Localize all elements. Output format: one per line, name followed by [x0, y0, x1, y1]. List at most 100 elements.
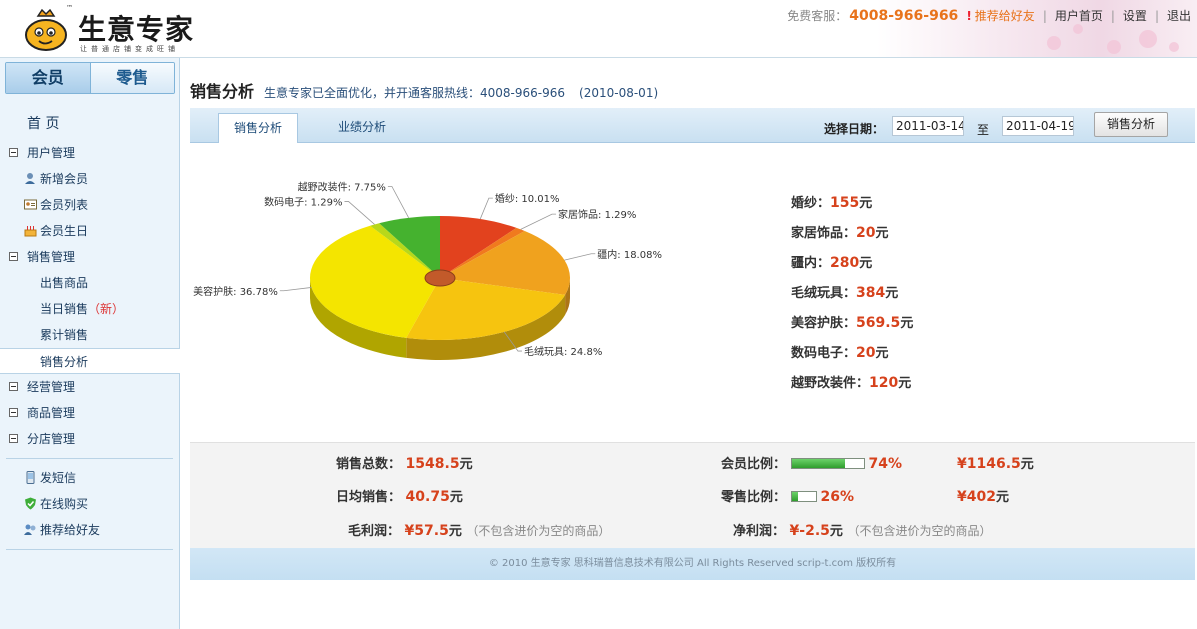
- category-value: 569.5: [856, 315, 901, 331]
- sidebar-group-operation[interactable]: 经营管理: [0, 374, 179, 400]
- separator: |: [1110, 8, 1115, 23]
- gross-profit: 毛利润： ¥57.5元 （不包含进价为空的商品）: [348, 521, 610, 541]
- sidebar-item-label: 推荐给好友: [40, 523, 101, 537]
- top-header: ™ 生意专家 让普通店铺变成旺铺 免费客服： 4008-966-966 ! 推荐…: [0, 0, 1197, 58]
- pie-label-leader: [279, 287, 312, 292]
- sidebar-group-goods[interactable]: 商品管理: [0, 400, 179, 426]
- gross-profit-label: 毛利润：: [348, 524, 401, 539]
- sidebar-item-recommend[interactable]: 推荐给好友: [0, 517, 179, 543]
- sidebar: 会员 零售 首 页 用户管理 新增会员 会员列表 会员生日 销售管理 出售商品 …: [0, 58, 180, 629]
- sales-summary: 销售总数： 1548.5元 日均销售： 40.75元 毛利润： ¥57.5元 （…: [190, 442, 1195, 548]
- collapse-toggle-icon[interactable]: [9, 252, 18, 261]
- sidebar-group-label: 商品管理: [27, 406, 76, 420]
- sidebar-group-branch[interactable]: 分店管理: [0, 426, 179, 452]
- recommend-friend-link[interactable]: 推荐给好友: [975, 7, 1035, 24]
- tab-retail[interactable]: 零售: [89, 63, 174, 93]
- sidebar-group-label: 用户管理: [27, 146, 76, 160]
- notice-date: (2010-08-01): [579, 86, 659, 100]
- tab-sales-analysis[interactable]: 销售分析: [218, 113, 298, 143]
- member-ratio-label: 会员比例：: [721, 457, 787, 472]
- sidebar-divider: [6, 549, 173, 550]
- logout-link[interactable]: 退出: [1167, 7, 1191, 24]
- analysis-tabbar: 销售分析 业绩分析 选择日期： 至 销售分析: [190, 108, 1195, 143]
- category-value: 120: [869, 375, 899, 391]
- unit-label: 元: [875, 346, 889, 361]
- tab-performance-analysis[interactable]: 业绩分析: [322, 113, 402, 143]
- tab-member[interactable]: 会员: [6, 63, 90, 93]
- settings-link[interactable]: 设置: [1123, 7, 1147, 24]
- retail-ratio: 零售比例： 26%: [721, 487, 854, 507]
- category-sales-row: 美容护肤：569.5元: [791, 308, 1091, 338]
- category-sales-row: 疆内：280元: [791, 248, 1091, 278]
- top-links: 免费客服： 4008-966-966 ! 推荐给好友 | 用户首页 | 设置 |…: [787, 7, 1191, 24]
- collapse-toggle-icon[interactable]: [9, 408, 18, 417]
- sales-analysis-button[interactable]: 销售分析: [1094, 112, 1168, 137]
- category-label: 数码电子：: [791, 346, 857, 361]
- sidebar-divider: [6, 458, 173, 459]
- share-users-icon: [24, 524, 36, 535]
- logo[interactable]: ™ 生意专家 让普通店铺变成旺铺: [20, 4, 200, 54]
- pie-label-leader: [520, 213, 557, 230]
- logo-name: 生意专家: [78, 13, 195, 46]
- total-sales-value: 1548.5: [405, 456, 460, 472]
- sidebar-item-send-sms[interactable]: 发短信: [0, 465, 179, 491]
- category-label: 美容护肤：: [791, 316, 857, 331]
- sidebar-item-today-sales[interactable]: 当日销售（新）: [0, 296, 179, 322]
- category-label: 家居饰品：: [791, 226, 857, 241]
- service-label: 免费客服：: [787, 9, 848, 23]
- pie-slice-label: 美容护肤: 36.78%: [193, 285, 278, 298]
- sidebar-item-buy-online[interactable]: 在线购买: [0, 491, 179, 517]
- category-value: 155: [830, 195, 860, 211]
- pie-label-leader: [564, 253, 596, 261]
- net-profit-note: （不包含进价为空的商品）: [847, 524, 992, 538]
- trademark-mark: ™: [66, 4, 73, 12]
- sidebar-item-member-list[interactable]: 会员列表: [0, 192, 179, 218]
- sidebar-item-sales-analysis[interactable]: 销售分析: [0, 348, 180, 374]
- member-ratio-fill: [791, 459, 845, 468]
- sidebar-group-label: 经营管理: [27, 380, 76, 394]
- separator: |: [1042, 8, 1047, 23]
- retail-ratio-percent: 26%: [820, 489, 855, 505]
- category-label: 婚纱：: [791, 196, 831, 211]
- net-profit-label: 净利润：: [733, 524, 786, 539]
- sidebar-item-label: 发短信: [40, 471, 77, 485]
- daily-avg-label: 日均销售：: [336, 490, 402, 505]
- service-notice: 生意专家已全面优化，并开通客服热线：4008-966-966: [264, 86, 566, 100]
- unit-label: 元: [1020, 457, 1034, 472]
- user-home-link[interactable]: 用户首页: [1055, 7, 1103, 24]
- sidebar-item-add-member[interactable]: 新增会员: [0, 166, 179, 192]
- sidebar-item-cumulative-sales[interactable]: 累计销售: [0, 322, 179, 348]
- collapse-toggle-icon[interactable]: [9, 148, 18, 157]
- date-to-input[interactable]: [1002, 116, 1074, 136]
- category-sales-row: 家居饰品：20元: [791, 218, 1091, 248]
- unit-label: 元: [900, 316, 914, 331]
- member-ratio-percent: 74%: [868, 456, 903, 472]
- sidebar-group-user[interactable]: 用户管理: [0, 140, 179, 166]
- date-to-label: 至: [977, 123, 990, 137]
- sidebar-group-label: 销售管理: [27, 250, 76, 264]
- category-label: 毛绒玩具：: [791, 286, 857, 301]
- sidebar-group-label: 分店管理: [27, 432, 76, 446]
- category-value: 280: [830, 255, 860, 271]
- collapse-toggle-icon[interactable]: [9, 434, 18, 443]
- category-label: 疆内：: [791, 256, 831, 271]
- member-amount: ¥1146.5元: [957, 454, 1034, 474]
- category-value: 20: [856, 345, 876, 361]
- unit-label: 元: [898, 376, 912, 391]
- sidebar-item-sell-goods[interactable]: 出售商品: [0, 270, 179, 296]
- unit-label: 元: [829, 524, 843, 539]
- category-value: 20: [856, 225, 876, 241]
- pie-label-leader: [344, 201, 375, 225]
- pie-slice-label: 家居饰品: 1.29%: [558, 208, 636, 221]
- date-from-input[interactable]: [892, 116, 964, 136]
- sidebar-item-home[interactable]: 首 页: [0, 110, 179, 140]
- category-sales-list: 婚纱：155元 家居饰品：20元 疆内：280元 毛绒玩具：384元 美容护肤：569.…: [791, 188, 1091, 398]
- sidebar-item-member-birthday[interactable]: 会员生日: [0, 218, 179, 244]
- collapse-toggle-icon[interactable]: [9, 382, 18, 391]
- retail-ratio-fill: [791, 492, 798, 501]
- sidebar-item-label: 在线购买: [40, 497, 89, 511]
- sidebar-group-sales[interactable]: 销售管理: [0, 244, 179, 270]
- member-card-icon: [24, 199, 37, 210]
- category-value: 384: [856, 285, 886, 301]
- gross-profit-value: ¥57.5: [404, 523, 449, 539]
